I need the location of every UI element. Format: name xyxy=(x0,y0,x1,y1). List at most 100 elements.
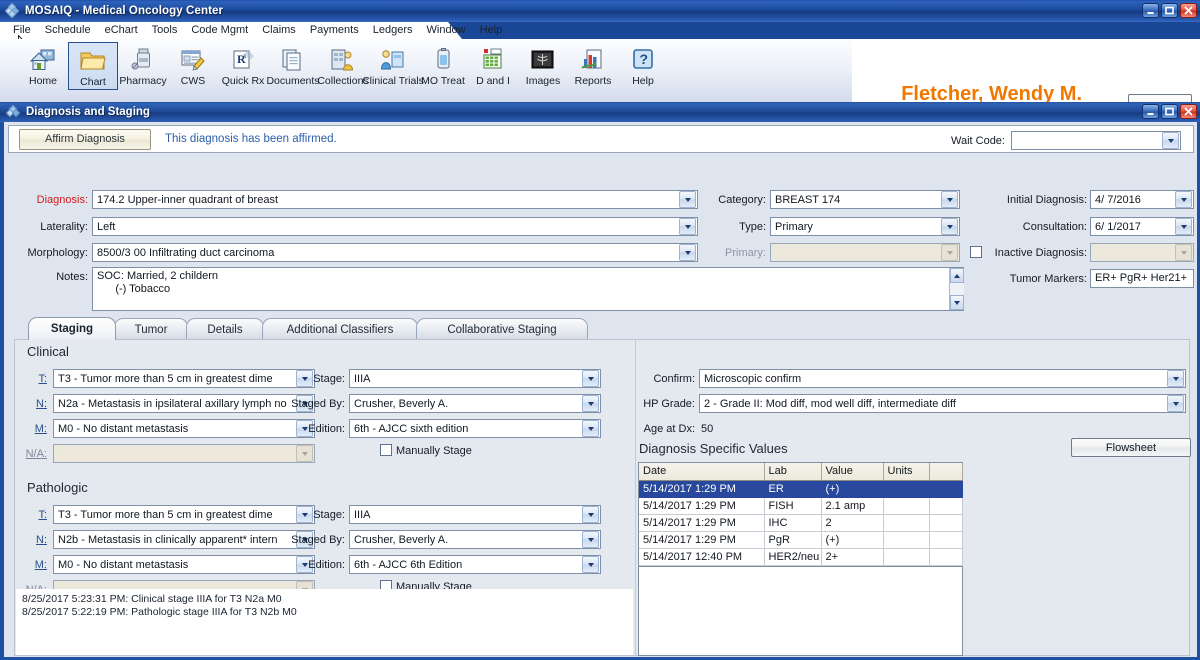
menu-item-schedule[interactable]: Schedule xyxy=(38,22,98,39)
chevron-down-icon[interactable] xyxy=(1167,370,1184,387)
table-row[interactable]: 5/14/2017 1:29 PM ER (+) xyxy=(639,480,963,498)
menu-item-help[interactable]: Help xyxy=(473,22,510,39)
pathologic-staged-by-select[interactable]: Crusher, Beverly A. xyxy=(349,530,601,549)
clinical-manually-stage-checkbox[interactable] xyxy=(380,444,392,456)
column-header-units[interactable]: Units xyxy=(883,463,930,481)
diagnosis-select[interactable]: 174.2 Upper-inner quadrant of breast xyxy=(92,190,698,209)
toolbar-button-collections[interactable]: Collections xyxy=(317,42,369,88)
laterality-select[interactable]: Left xyxy=(92,217,698,236)
cell-value: 2 xyxy=(821,514,884,532)
chevron-down-icon[interactable] xyxy=(582,370,599,387)
chevron-down-icon[interactable] xyxy=(1175,218,1192,235)
chevron-down-icon[interactable] xyxy=(941,218,958,235)
wait-code-select[interactable] xyxy=(1011,131,1181,150)
chevron-down-icon[interactable] xyxy=(1167,395,1184,412)
table-row[interactable]: 5/14/2017 12:40 PM HER2/neu 2+ xyxy=(639,548,963,566)
close-icon[interactable] xyxy=(1180,104,1197,119)
toolbar-button-clinical-trials[interactable]: Clinical Trials xyxy=(362,42,424,88)
pathologic-n-label[interactable]: N: xyxy=(25,534,47,546)
column-header-lab[interactable]: Lab xyxy=(764,463,822,481)
toolbar-button-mo-treat[interactable]: MO Treat xyxy=(418,42,468,88)
tumor-markers-input[interactable]: ER+ PgR+ Her21+ xyxy=(1090,269,1194,288)
chevron-down-icon[interactable] xyxy=(582,556,599,573)
morphology-select[interactable]: 8500/3 00 Infiltrating duct carcinoma xyxy=(92,243,698,262)
close-icon[interactable] xyxy=(1180,3,1197,18)
affirm-diagnosis-button[interactable]: Affirm Diagnosis xyxy=(19,128,151,150)
category-value: BREAST 174 xyxy=(775,193,841,206)
hp-grade-select[interactable]: 2 - Grade II: Mod diff, mod well diff, i… xyxy=(699,394,1186,413)
minimize-icon[interactable] xyxy=(1142,104,1159,119)
dsv-grid[interactable]: Date Lab Value Units 5/14/2017 1:29 PM E… xyxy=(638,462,963,567)
toolbar-button-help[interactable]: ? Help xyxy=(618,42,668,88)
table-row[interactable]: 5/14/2017 1:29 PM FISH 2.1 amp xyxy=(639,497,963,515)
tab-tumor[interactable]: Tumor xyxy=(114,318,188,340)
chevron-down-icon[interactable] xyxy=(1175,191,1192,208)
toolbar-button-chart[interactable]: Chart xyxy=(68,42,118,90)
chevron-down-icon[interactable] xyxy=(582,506,599,523)
chevron-down-icon[interactable] xyxy=(1162,132,1179,149)
tab-staging[interactable]: Staging xyxy=(28,317,116,340)
menu-item-ledgers[interactable]: Ledgers xyxy=(366,22,420,39)
chevron-down-icon[interactable] xyxy=(582,420,599,437)
pathologic-edition-select[interactable]: 6th - AJCC 6th Edition xyxy=(349,555,601,574)
toolbar-button-documents[interactable]: Documents xyxy=(266,42,320,88)
menu-item-window[interactable]: Window xyxy=(420,22,473,39)
initial-diagnosis-date[interactable]: 4/ 7/2016 xyxy=(1090,190,1194,209)
dialog-window-controls xyxy=(1142,104,1197,119)
minimize-icon[interactable] xyxy=(1142,3,1159,18)
toolbar-button-home[interactable]: Home xyxy=(18,42,68,88)
consultation-date[interactable]: 6/ 1/2017 xyxy=(1090,217,1194,236)
toolbar-button-d-and-i[interactable]: D and I xyxy=(468,42,518,88)
clinical-m-label[interactable]: M: xyxy=(25,423,47,435)
maximize-icon[interactable] xyxy=(1161,3,1178,18)
folder-icon xyxy=(78,46,108,75)
clinical-staged-by-select[interactable]: Crusher, Beverly A. xyxy=(349,394,601,413)
chevron-down-icon[interactable] xyxy=(679,244,696,261)
notes-scrollbar[interactable] xyxy=(949,268,964,310)
notes-textarea[interactable]: SOC: Married, 2 childern (-) Tobacco xyxy=(92,267,964,311)
maximize-icon[interactable] xyxy=(1161,104,1178,119)
type-select[interactable]: Primary xyxy=(770,217,960,236)
table-row[interactable]: 5/14/2017 1:29 PM IHC 2 xyxy=(639,514,963,532)
column-header-date[interactable]: Date xyxy=(639,463,765,481)
hp-grade-value: 2 - Grade II: Mod diff, mod well diff, i… xyxy=(704,397,956,410)
menu-item-code-mgmt[interactable]: Code Mgmt xyxy=(184,22,255,39)
tab-collaborative-staging[interactable]: Collaborative Staging xyxy=(416,318,588,340)
clinical-edition-select[interactable]: 6th - AJCC sixth edition xyxy=(349,419,601,438)
chevron-down-icon[interactable] xyxy=(679,218,696,235)
flowsheet-button[interactable]: Flowsheet xyxy=(1071,438,1191,457)
toolbar-button-pharmacy[interactable]: Pharmacy xyxy=(118,42,168,88)
chevron-down-icon[interactable] xyxy=(679,191,696,208)
column-header-value[interactable]: Value xyxy=(821,463,884,481)
pathologic-edition-label: Edition: xyxy=(308,559,345,571)
clinical-n-label[interactable]: N: xyxy=(25,398,47,410)
menu-item-payments[interactable]: Payments xyxy=(303,22,366,39)
diagnosis-value: 174.2 Upper-inner quadrant of breast xyxy=(97,193,279,206)
toolbar-button-quick-rx[interactable]: R x Quick Rx xyxy=(218,42,268,88)
clinical-t-label[interactable]: T: xyxy=(25,373,47,385)
scroll-up-icon[interactable] xyxy=(950,268,964,283)
menu-item-claims[interactable]: Claims xyxy=(255,22,303,39)
pathologic-stage-select[interactable]: IIIA xyxy=(349,505,601,524)
column-header-extra[interactable] xyxy=(929,463,963,481)
pathologic-m-label[interactable]: M: xyxy=(25,559,47,571)
toolbar-button-reports[interactable]: Reports xyxy=(568,42,618,88)
confirm-select[interactable]: Microscopic confirm xyxy=(699,369,1186,388)
toolbar-button-cws[interactable]: CWS xyxy=(168,42,218,88)
clinical-stage-select[interactable]: IIIA xyxy=(349,369,601,388)
chevron-down-icon[interactable] xyxy=(582,531,599,548)
clinical-stage-value: IIIA xyxy=(354,372,371,385)
scroll-down-icon[interactable] xyxy=(950,295,964,310)
category-select[interactable]: BREAST 174 xyxy=(770,190,960,209)
tab-details[interactable]: Details xyxy=(186,318,264,340)
pathologic-t-label[interactable]: T: xyxy=(25,509,47,521)
table-row[interactable]: 5/14/2017 1:29 PM PgR (+) xyxy=(639,531,963,549)
chevron-down-icon[interactable] xyxy=(582,395,599,412)
inactive-diagnosis-checkbox[interactable] xyxy=(970,246,982,258)
chevron-down-icon[interactable] xyxy=(941,191,958,208)
menu-item-tools[interactable]: Tools xyxy=(145,22,185,39)
menu-item-echart[interactable]: eChart xyxy=(98,22,145,39)
tab-additional-classifiers[interactable]: Additional Classifiers xyxy=(262,318,418,340)
toolbar-button-images[interactable]: Images xyxy=(518,42,568,88)
documents-icon xyxy=(278,45,308,74)
